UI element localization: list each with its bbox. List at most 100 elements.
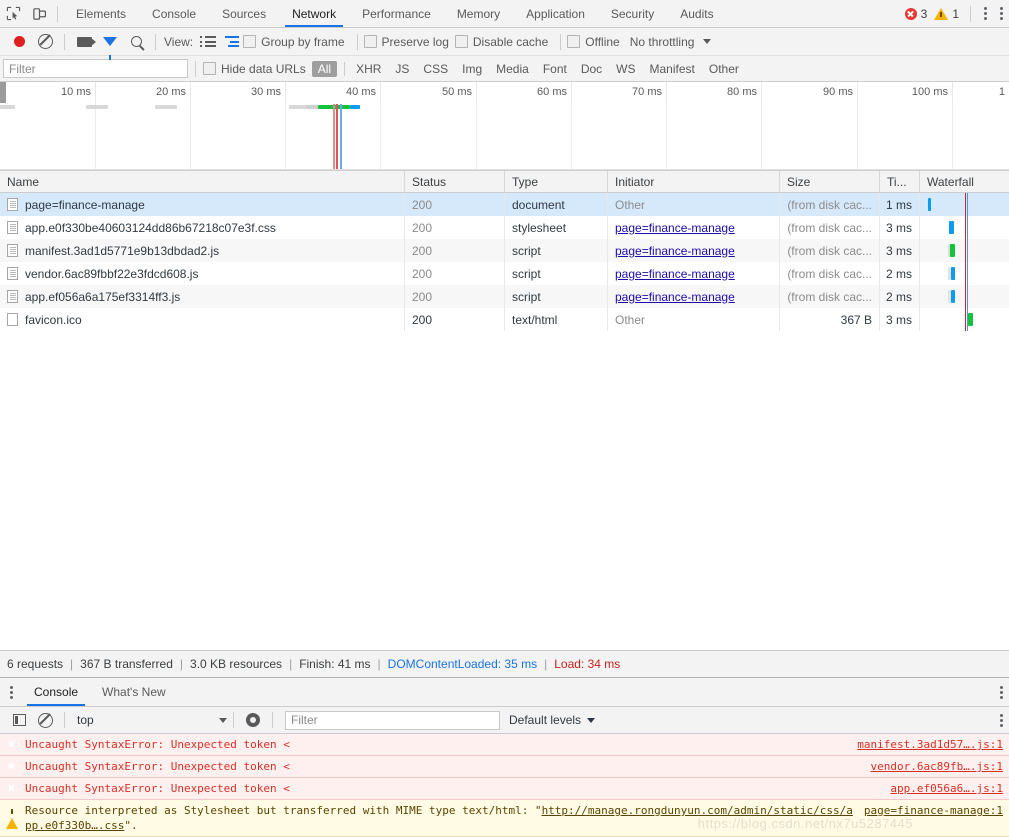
drawer-more-icon[interactable] [996, 685, 1006, 700]
toolbar-divider [356, 33, 358, 50]
record-button[interactable] [6, 29, 32, 55]
initiator-link[interactable]: page=finance-manage [615, 290, 735, 304]
view-waterfall-button[interactable] [221, 31, 243, 53]
preserve-log-label: Preserve log [381, 34, 449, 49]
table-row[interactable]: app.ef056a6a175ef3314ff3.js 200 script p… [0, 285, 1009, 308]
overview-dcl-line [340, 104, 342, 170]
console-message-source[interactable]: manifest.3ad1d57….js:1 [857, 737, 1003, 752]
clear-console-button[interactable] [32, 707, 58, 733]
network-filter-input[interactable] [3, 59, 188, 78]
console-message-source[interactable]: app.ef056a6….js:1 [890, 781, 1003, 796]
clear-button[interactable] [32, 29, 58, 55]
table-row[interactable]: manifest.3ad1d5771e9b13dbdad2.js 200 scr… [0, 239, 1009, 262]
tick-label: 20 ms [156, 86, 186, 98]
record-icon [13, 36, 25, 47]
execution-context-select[interactable]: top [77, 713, 227, 727]
summary-domcontentloaded: DOMContentLoaded: 35 ms [387, 657, 538, 671]
column-header-type[interactable]: Type [505, 171, 608, 192]
group-by-frame-checkbox[interactable]: Group by frame [243, 35, 345, 49]
live-expression-button[interactable] [240, 707, 266, 733]
chevron-down-icon[interactable] [703, 39, 712, 44]
devtools-window: Elements Console Sources Network Perform… [0, 0, 1009, 837]
type-filter-all[interactable]: All [311, 60, 338, 77]
type-filter-manifest[interactable]: Manifest [644, 61, 701, 77]
type-filter-css[interactable]: CSS [417, 61, 454, 77]
device-toolbar-icon[interactable] [26, 1, 52, 27]
cursor-box-icon [6, 6, 20, 21]
error-count-badge[interactable]: 3 [904, 7, 927, 21]
throttling-value[interactable]: No throttling [630, 35, 695, 49]
tab-audits[interactable]: Audits [667, 0, 726, 27]
tab-performance[interactable]: Performance [349, 0, 444, 27]
tab-application[interactable]: Application [513, 0, 598, 27]
warning-count-badge[interactable]: 1 [934, 7, 959, 21]
filter-toggle-button[interactable] [97, 29, 123, 60]
type-filter-xhr[interactable]: XHR [350, 61, 387, 77]
search-button[interactable] [123, 29, 149, 55]
type-filter-ws[interactable]: WS [610, 61, 641, 77]
network-overview-timeline[interactable]: 10 ms 20 ms 30 ms 40 ms 50 ms 60 ms 70 m… [0, 82, 1009, 171]
type-filter-js[interactable]: JS [389, 61, 415, 77]
table-row[interactable]: app.e0f330be40603124dd86b67218c07e3f.css… [0, 216, 1009, 239]
log-levels-select[interactable]: Default levels [509, 713, 596, 727]
waterfall-bar [951, 267, 955, 280]
type-filter-img[interactable]: Img [456, 61, 488, 77]
console-message-source[interactable]: vendor.6ac89fb….js:1 [871, 759, 1003, 774]
overview-bottom-border [0, 169, 1009, 170]
disable-cache-checkbox[interactable]: Disable cache [454, 35, 548, 49]
document-file-icon [7, 267, 18, 280]
type-filter-other[interactable]: Other [703, 61, 745, 77]
capture-screenshots-button[interactable] [71, 29, 97, 55]
initiator-link[interactable]: page=finance-manage [615, 267, 735, 281]
toolbar-divider [64, 33, 65, 50]
initiator-link[interactable]: page=finance-manage [615, 221, 735, 235]
preserve-log-checkbox[interactable]: Preserve log [363, 34, 449, 49]
tab-sources[interactable]: Sources [209, 0, 279, 27]
tab-elements[interactable]: Elements [63, 0, 139, 27]
initiator-link[interactable]: page=finance-manage [615, 244, 735, 258]
console-filter-input[interactable] [285, 710, 500, 730]
type-filter-doc[interactable]: Doc [575, 61, 608, 77]
column-header-waterfall[interactable]: Waterfall [920, 171, 1009, 192]
tab-memory[interactable]: Memory [444, 0, 513, 27]
console-sidebar-button[interactable] [6, 707, 32, 733]
column-header-status[interactable]: Status [405, 171, 505, 192]
console-message-source[interactable]: page=finance-manage:1 [864, 803, 1003, 818]
table-row[interactable]: page=finance-manage 200 document Other (… [0, 193, 1009, 216]
table-row[interactable]: vendor.6ac89fbbf22e3fdcd608.js 200 scrip… [0, 262, 1009, 285]
waterfall-dcl-line [967, 193, 969, 216]
console-message[interactable]: Uncaught SyntaxError: Unexpected token <… [0, 778, 1009, 800]
column-header-size[interactable]: Size [780, 171, 880, 192]
overview-request-bar [86, 105, 108, 109]
tab-security[interactable]: Security [598, 0, 667, 27]
hide-data-urls-checkbox[interactable]: Hide data URLs [203, 62, 306, 76]
checkbox-box [363, 35, 377, 48]
offline-label: Offline [585, 34, 620, 49]
request-table-header: Name Status Type Initiator Size Ti... Wa… [0, 171, 1009, 193]
drawer-menu-icon[interactable] [0, 685, 22, 700]
column-header-name[interactable]: Name [0, 171, 405, 192]
console-message[interactable]: Resource interpreted as Stylesheet but t… [0, 800, 1009, 837]
console-message[interactable]: Uncaught SyntaxError: Unexpected token <… [0, 734, 1009, 756]
drawer-tab-console[interactable]: Console [22, 678, 90, 706]
waterfall-bar [951, 290, 955, 303]
offline-checkbox[interactable]: Offline [567, 34, 620, 49]
type-filter-font[interactable]: Font [537, 61, 573, 77]
console-message[interactable]: Uncaught SyntaxError: Unexpected token <… [0, 756, 1009, 778]
console-settings-icon[interactable] [996, 713, 1006, 728]
type-filter-media[interactable]: Media [490, 61, 535, 77]
column-header-time[interactable]: Ti... [880, 171, 920, 192]
tab-bar-right: 3 1 [904, 0, 1009, 27]
column-header-initiator[interactable]: Initiator [608, 171, 780, 192]
devtools-menu-icon[interactable] [975, 6, 995, 21]
view-list-button[interactable] [199, 31, 221, 53]
tab-network[interactable]: Network [279, 0, 349, 27]
drawer-tab-whats-new[interactable]: What's New [90, 678, 178, 706]
filter-divider [195, 60, 196, 77]
table-row[interactable]: favicon.ico 200 text/html Other 367 B 3 … [0, 308, 1009, 331]
tab-console[interactable]: Console [139, 0, 209, 27]
inspect-element-icon[interactable] [0, 1, 26, 27]
close-devtools-icon[interactable] [995, 6, 1007, 21]
tick-label: 10 ms [61, 86, 91, 98]
tick-label: 1 [998, 86, 1005, 98]
